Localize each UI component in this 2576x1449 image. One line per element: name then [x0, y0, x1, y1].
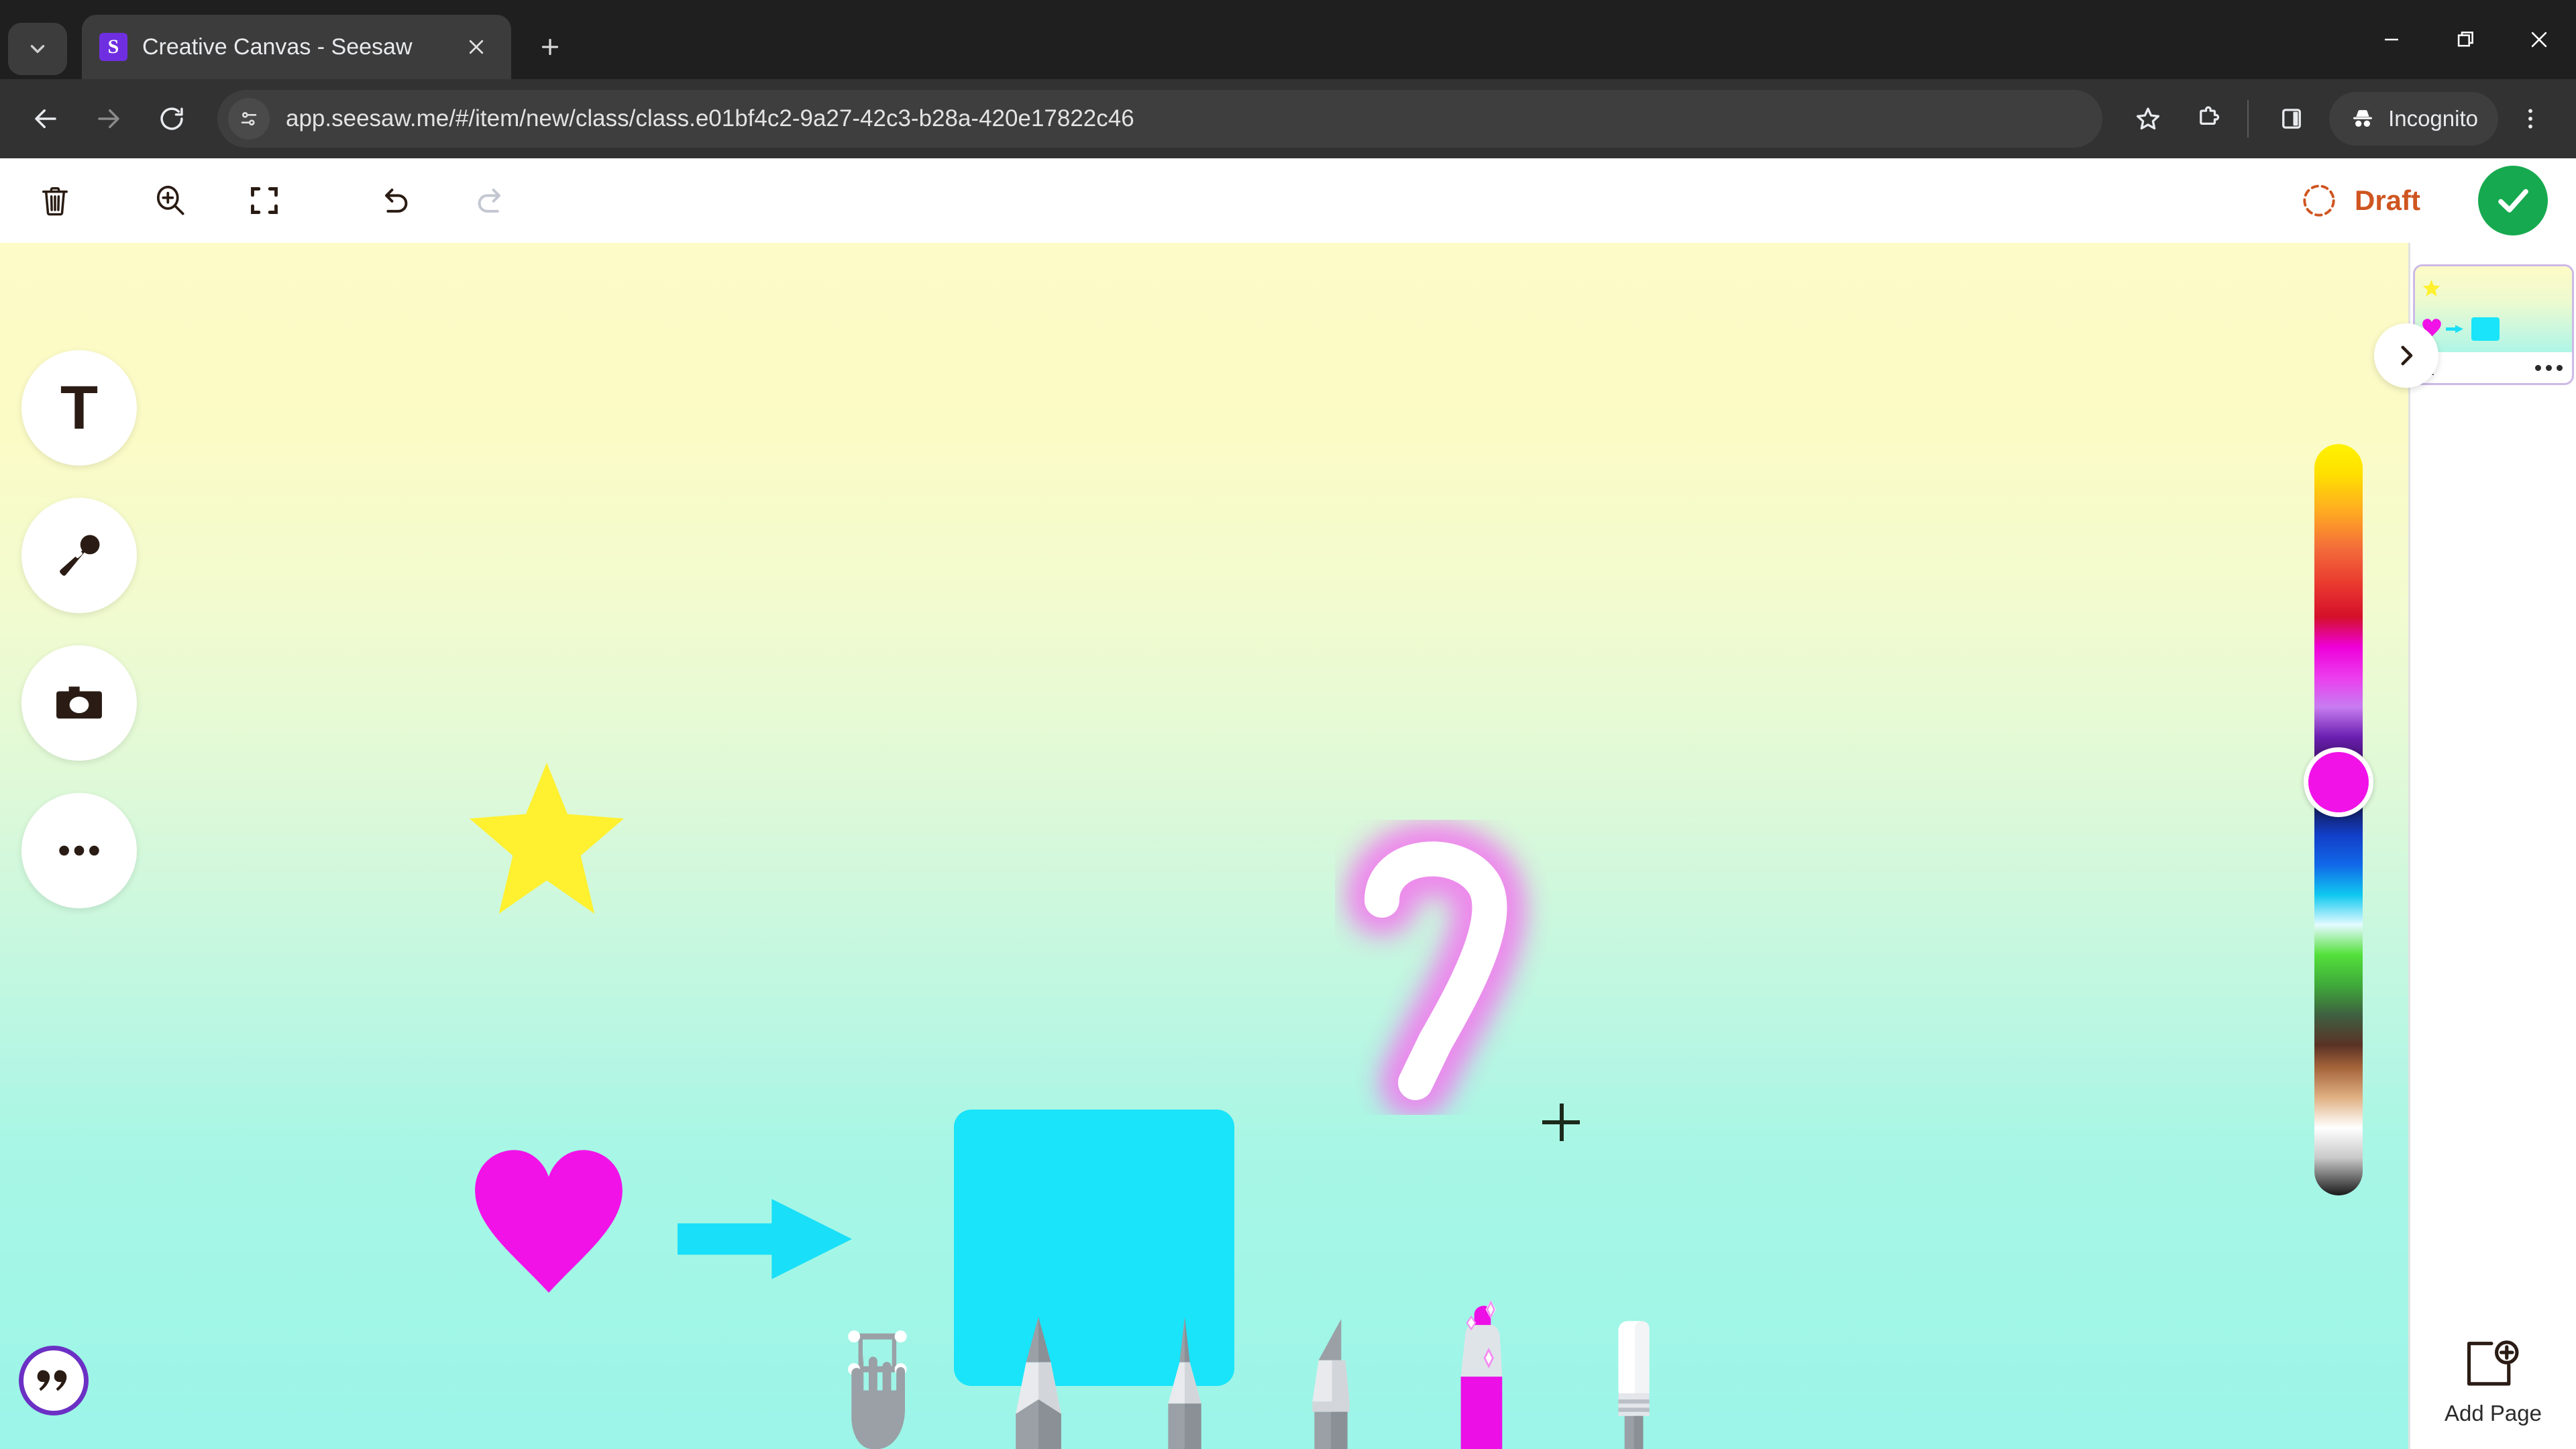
pen-tool-button[interactable] — [1152, 1315, 1217, 1449]
reload-icon — [160, 107, 183, 130]
undo-icon — [385, 189, 408, 213]
browser-toolbar: app.seesaw.me/#/item/new/class/class.e01… — [0, 79, 2576, 158]
workspace: T Add Page — [0, 243, 2576, 1449]
window-controls — [2355, 0, 2576, 79]
forward-button[interactable] — [80, 91, 137, 147]
tab-title: Creative Canvas - Seesaw — [142, 34, 413, 60]
thumb-star-sticker — [2422, 280, 2440, 297]
side-panel-icon — [2282, 109, 2301, 129]
close-window-button[interactable] — [2502, 0, 2576, 79]
browser-window: S Creative Canvas - Seesaw app.seesaw.me… — [0, 0, 2576, 1449]
marker-tool-button[interactable] — [1297, 1315, 1364, 1449]
tab-close-button[interactable] — [459, 30, 494, 64]
tab-search-button[interactable] — [8, 23, 67, 75]
fit-screen-button[interactable] — [232, 168, 297, 233]
plus-icon — [541, 38, 559, 56]
new-tab-button[interactable] — [526, 23, 574, 71]
thumb-arrow-sticker — [2445, 325, 2463, 333]
text-icon: T — [60, 374, 99, 442]
pages-panel: 1 Add Page — [2374, 243, 2576, 1449]
back-button[interactable] — [17, 91, 74, 147]
star-icon — [2137, 107, 2160, 130]
move-tool-button[interactable] — [837, 1328, 924, 1449]
text-tool-button[interactable]: T — [21, 350, 137, 466]
check-icon — [2498, 189, 2528, 213]
extensions-icon — [2200, 106, 2220, 125]
comment-button[interactable] — [19, 1346, 89, 1415]
url-text: app.seesaw.me/#/item/new/class/class.e01… — [286, 105, 1134, 131]
add-page-label: Add Page — [2445, 1401, 2542, 1426]
more-vertical-icon — [2528, 109, 2532, 129]
page-menu-button[interactable] — [2534, 364, 2563, 371]
browser-tab[interactable]: S Creative Canvas - Seesaw — [82, 15, 511, 79]
pencil-tool-button[interactable] — [1005, 1315, 1072, 1449]
more-horizontal-icon — [2556, 364, 2563, 371]
photo-tool-button[interactable] — [21, 645, 137, 761]
draft-status-badge[interactable]: Draft — [2288, 174, 2431, 227]
collapse-panel-button[interactable] — [2374, 323, 2438, 388]
left-tool-rail: T — [21, 350, 137, 908]
incognito-icon — [2353, 110, 2373, 127]
done-button[interactable] — [2478, 166, 2548, 235]
chevron-down-icon — [30, 45, 45, 53]
site-settings-button[interactable] — [228, 98, 270, 140]
add-page-icon — [2467, 1340, 2519, 1386]
forward-arrow-icon — [98, 109, 119, 128]
chevron-right-icon — [2401, 345, 2413, 366]
eraser-tool-button[interactable] — [1601, 1315, 1665, 1449]
canvas-area[interactable]: T — [0, 243, 2408, 1449]
seesaw-favicon: S — [99, 33, 127, 61]
minimize-icon — [2385, 38, 2398, 41]
selected-color-knob[interactable] — [2304, 747, 2373, 817]
more-horizontal-icon — [59, 845, 99, 856]
pen-tray — [0, 1300, 2408, 1449]
more-horizontal-icon — [2534, 364, 2541, 371]
maximize-button[interactable] — [2428, 0, 2502, 79]
reload-button[interactable] — [144, 91, 200, 147]
seesaw-app: Draft T Add Page — [0, 158, 2576, 1449]
heart-sticker[interactable] — [468, 1148, 629, 1293]
minimize-button[interactable] — [2355, 0, 2428, 79]
more-tool-button[interactable] — [21, 793, 137, 908]
color-spectrum-slider[interactable] — [2314, 444, 2363, 1195]
extensions-button[interactable] — [2180, 91, 2237, 147]
browser-menu-button[interactable] — [2502, 91, 2559, 147]
redo-icon — [478, 189, 500, 213]
side-panel-button[interactable] — [2263, 91, 2320, 147]
back-arrow-icon — [35, 109, 56, 128]
zoom-in-icon — [156, 185, 184, 215]
draft-check-icon — [2303, 184, 2335, 217]
camera-icon — [56, 686, 102, 719]
trash-icon — [42, 187, 68, 216]
add-page-button[interactable]: Add Page — [2445, 1339, 2542, 1426]
highlighter-tool-button[interactable] — [1445, 1296, 1520, 1449]
restore-icon — [2457, 32, 2473, 47]
toolbar-divider — [2247, 100, 2249, 138]
quote-icon — [37, 1370, 67, 1391]
arrow-sticker[interactable] — [678, 1199, 852, 1279]
thumb-square-sticker — [2471, 317, 2500, 341]
close-icon — [2531, 32, 2547, 48]
undo-button[interactable] — [364, 168, 428, 233]
tune-icon — [241, 112, 257, 125]
incognito-label: Incognito — [2388, 106, 2478, 131]
close-icon — [469, 40, 484, 54]
bookmark-button[interactable] — [2120, 91, 2176, 147]
more-horizontal-icon — [2545, 364, 2552, 371]
audio-tool-button[interactable] — [21, 498, 137, 613]
microphone-icon — [60, 535, 100, 576]
highlighter-stroke[interactable] — [1335, 820, 1563, 1115]
redo-button[interactable] — [458, 168, 522, 233]
delete-button[interactable] — [23, 168, 87, 233]
fit-screen-icon — [251, 187, 278, 214]
draft-label: Draft — [2354, 184, 2420, 216]
tab-strip: S Creative Canvas - Seesaw — [0, 0, 2576, 79]
page-thumbnail-card[interactable]: 1 — [2412, 264, 2574, 385]
incognito-indicator[interactable]: Incognito — [2329, 92, 2498, 146]
page-preview — [2414, 266, 2572, 352]
zoom-in-button[interactable] — [138, 168, 203, 233]
address-bar[interactable]: app.seesaw.me/#/item/new/class/class.e01… — [217, 90, 2103, 148]
app-toolbar: Draft — [0, 158, 2576, 243]
